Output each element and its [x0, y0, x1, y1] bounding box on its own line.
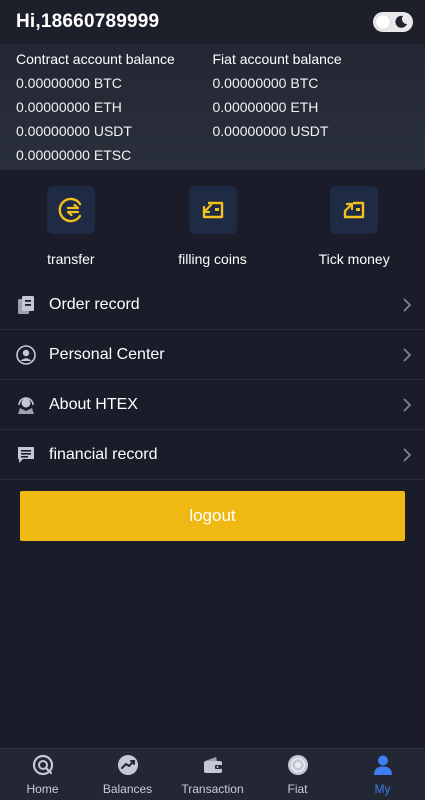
- filling-coins-label: filling coins: [178, 251, 247, 267]
- filling-coins-button[interactable]: filling coins: [142, 170, 284, 280]
- withdraw-icon-box: [330, 186, 379, 234]
- fiat-balance-usdt: 0.00000000 USDT: [212, 123, 329, 139]
- financial-record-label: financial record: [49, 445, 158, 463]
- tab-transaction-label: Transaction: [181, 782, 244, 796]
- about-label: About HTEX: [49, 395, 138, 413]
- deposit-icon-box: [188, 186, 237, 234]
- deposit-icon: [202, 201, 223, 219]
- tab-balances-label: Balances: [102, 782, 153, 796]
- transfer-button[interactable]: transfer: [0, 170, 142, 280]
- chevron-right-icon: [403, 347, 412, 362]
- greeting: Hi,18660789999: [16, 11, 160, 32]
- bottom-tab-bar: Home Balances Transaction Fiat My: [0, 748, 425, 800]
- contract-balance-eth: 0.00000000 ETH: [16, 99, 122, 115]
- user-circle-icon: [16, 344, 36, 365]
- tab-fiat-label: Fiat: [287, 782, 308, 796]
- transfer-label: transfer: [47, 251, 95, 267]
- fiat-balance: Fiat account balance 0.00000000 BTC 0.00…: [213, 51, 410, 170]
- tab-balances[interactable]: Balances: [85, 749, 170, 800]
- user-icon: [371, 753, 395, 777]
- menu-item-financial-record[interactable]: financial record: [0, 430, 425, 480]
- contract-balance-title: Contract account balance: [16, 51, 175, 67]
- fiat-balance-btc: 0.00000000 BTC: [212, 75, 319, 91]
- personal-center-label: Personal Center: [49, 345, 165, 363]
- chevron-right-icon: [403, 297, 412, 312]
- chevron-right-icon: [403, 447, 412, 462]
- tab-my-label: My: [374, 782, 391, 796]
- wallet-icon: [201, 753, 225, 777]
- order-record-label: Order record: [49, 295, 140, 313]
- contract-balance-etsc: 0.00000000 ETSC: [16, 147, 132, 163]
- transfer-icon: [58, 197, 82, 223]
- fiat-balance-title: Fiat account balance: [212, 51, 342, 67]
- tab-my[interactable]: My: [340, 749, 425, 800]
- fiat-icon: [286, 753, 310, 777]
- chart-icon: [116, 753, 140, 777]
- toggle-knob: [376, 15, 390, 29]
- menu-list: Order record Personal Center About HTEX: [0, 280, 425, 480]
- tab-fiat[interactable]: Fiat: [255, 749, 340, 800]
- message-icon: [16, 445, 36, 465]
- menu-item-personal-center[interactable]: Personal Center: [0, 330, 425, 380]
- top-bar: Hi,18660789999: [0, 0, 425, 44]
- document-icon: [16, 295, 36, 315]
- home-icon: [31, 753, 55, 777]
- tab-home[interactable]: Home: [0, 749, 85, 800]
- balance-panel: Contract account balance 0.00000000 BTC …: [0, 44, 425, 170]
- contract-balance-btc: 0.00000000 BTC: [16, 75, 122, 91]
- menu-item-order-record[interactable]: Order record: [0, 280, 425, 330]
- fiat-balance-eth: 0.00000000 ETH: [212, 99, 319, 115]
- quick-actions: transfer filling coins Tick money: [0, 170, 425, 280]
- tab-home-label: Home: [26, 782, 59, 796]
- theme-toggle[interactable]: [373, 12, 413, 32]
- logout-button[interactable]: logout: [20, 491, 405, 541]
- contract-balance-usdt: 0.00000000 USDT: [16, 123, 132, 139]
- menu-item-about[interactable]: About HTEX: [0, 380, 425, 430]
- tab-transaction[interactable]: Transaction: [170, 749, 255, 800]
- tick-money-button[interactable]: Tick money: [283, 170, 425, 280]
- transfer-icon-box: [46, 186, 95, 234]
- withdraw-icon: [343, 201, 365, 219]
- moon-icon: [395, 15, 407, 28]
- chevron-right-icon: [403, 397, 412, 412]
- support-icon: [16, 395, 36, 415]
- contract-balance: Contract account balance 0.00000000 BTC …: [16, 51, 213, 170]
- tick-money-label: Tick money: [318, 251, 390, 267]
